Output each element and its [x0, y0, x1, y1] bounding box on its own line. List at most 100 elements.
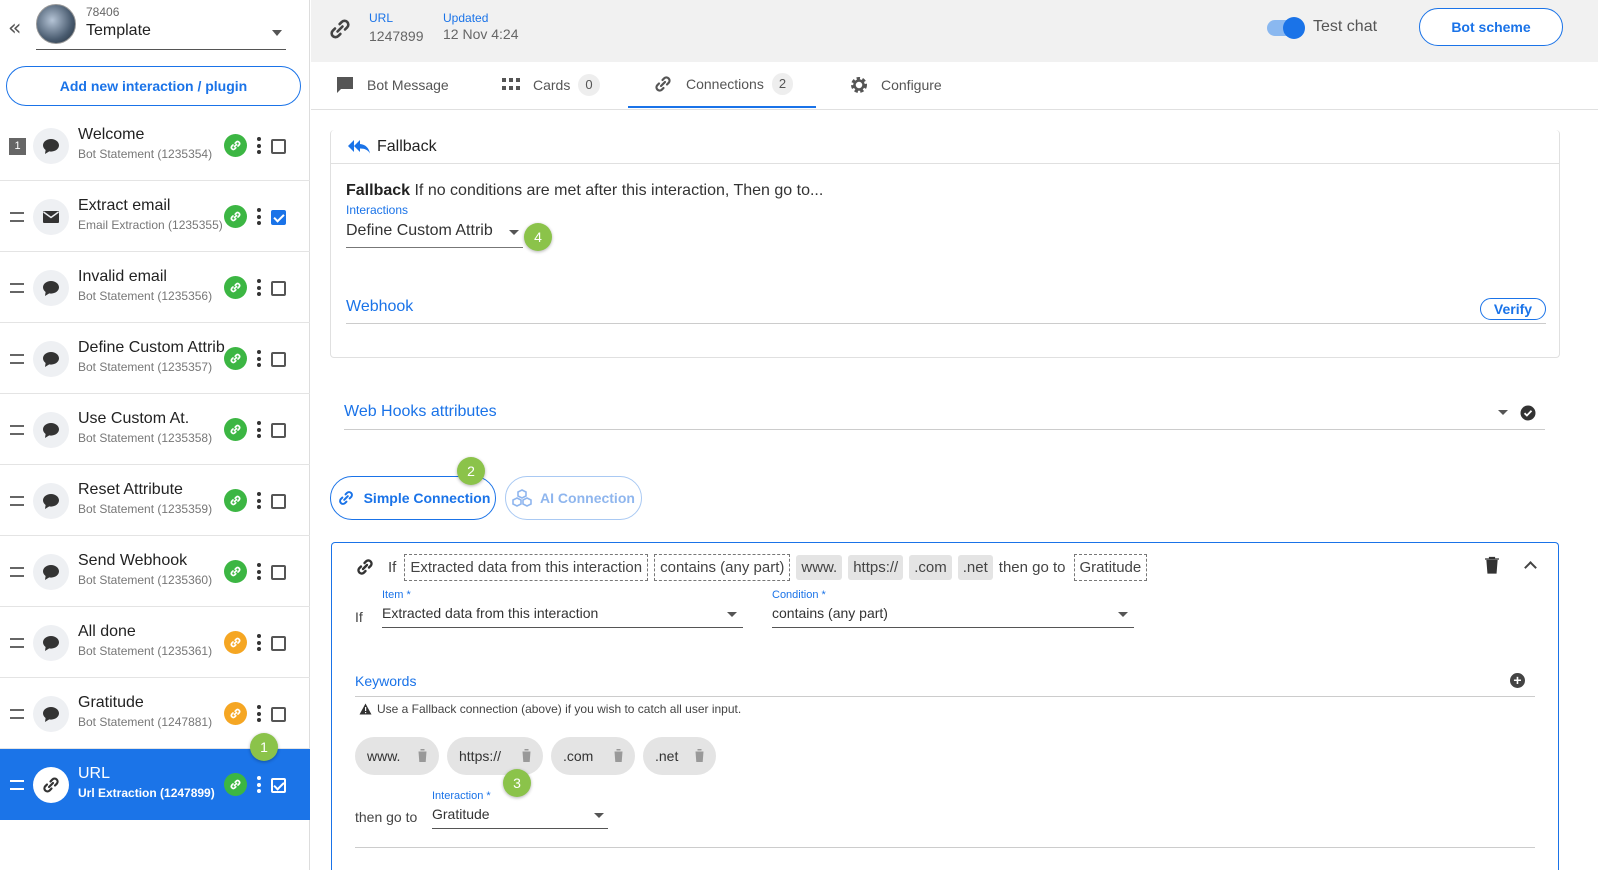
- tab-bot-message[interactable]: Bot Message: [335, 62, 449, 108]
- interaction-list: 1 Welcome Bot Statement (1235354) Extrac…: [0, 110, 310, 820]
- webhook-field[interactable]: Webhook Verify: [346, 296, 1546, 324]
- check-circle-icon: [1520, 405, 1536, 426]
- divider: [355, 847, 1535, 848]
- keyword-chip-text: www.: [367, 748, 401, 764]
- link-icon[interactable]: [224, 347, 247, 370]
- collapse-sidebar-icon[interactable]: «: [8, 16, 21, 41]
- drag-handle-icon[interactable]: [10, 283, 24, 293]
- item-checkbox[interactable]: [271, 778, 286, 793]
- more-vert-icon[interactable]: [256, 492, 261, 509]
- delete-connection-icon[interactable]: [1484, 556, 1500, 579]
- drag-handle-icon[interactable]: [10, 354, 24, 364]
- interaction-header: URL 1247899 Updated 12 Nov 4:24 Test cha…: [311, 0, 1598, 62]
- webhooks-attributes-label: Web Hooks attributes: [344, 403, 497, 420]
- item-checkbox[interactable]: [271, 494, 286, 509]
- url-label: URL: [369, 11, 394, 25]
- test-chat-toggle[interactable]: [1267, 17, 1305, 39]
- link-icon[interactable]: [224, 773, 247, 796]
- chat-bubble-icon: [33, 554, 69, 590]
- list-item[interactable]: Invalid email Bot Statement (1235356): [0, 252, 310, 323]
- list-item[interactable]: Use Custom At. Bot Statement (1235358): [0, 394, 310, 465]
- add-interaction-button[interactable]: Add new interaction / plugin: [6, 66, 301, 106]
- target-interaction-value: Gratitude: [432, 806, 490, 822]
- link-icon[interactable]: [224, 560, 247, 583]
- keyword-chip: www.: [355, 737, 439, 775]
- list-item[interactable]: All done Bot Statement (1235361): [0, 607, 310, 678]
- list-item[interactable]: 1 Welcome Bot Statement (1235354): [0, 110, 310, 181]
- condition-select[interactable]: contains (any part): [772, 605, 1134, 628]
- item-title: Send Webhook: [78, 552, 188, 569]
- more-vert-icon[interactable]: [256, 421, 261, 438]
- drag-handle-icon[interactable]: [10, 567, 24, 577]
- link-icon[interactable]: [224, 489, 247, 512]
- add-keyword-icon[interactable]: +: [1510, 673, 1525, 688]
- list-item[interactable]: Send Webhook Bot Statement (1235360): [0, 536, 310, 607]
- gear-icon: [851, 77, 867, 93]
- link-icon[interactable]: [224, 134, 247, 157]
- link-icon[interactable]: [224, 418, 247, 441]
- fallback-interaction-select[interactable]: Define Custom Attrib: [346, 222, 523, 248]
- tab-label: Bot Message: [367, 77, 449, 93]
- item-checkbox[interactable]: [271, 423, 286, 438]
- link-icon[interactable]: [224, 631, 247, 654]
- drag-handle-icon[interactable]: [10, 780, 24, 790]
- tab-cards[interactable]: Cards 0: [501, 62, 600, 108]
- step-marker-2: 2: [457, 457, 485, 485]
- item-checkbox[interactable]: [271, 281, 286, 296]
- more-vert-icon[interactable]: [256, 776, 261, 793]
- interactions-label: Interactions: [346, 203, 409, 217]
- item-subtitle: Bot Statement (1235357): [78, 360, 213, 374]
- chevron-up-icon[interactable]: [1524, 561, 1537, 574]
- tab-connections[interactable]: Connections 2: [628, 62, 816, 108]
- more-vert-icon[interactable]: [256, 137, 261, 154]
- verify-button[interactable]: Verify: [1480, 298, 1546, 320]
- warning-text: Use a Fallback connection (above) if you…: [377, 702, 742, 716]
- link-icon: [655, 76, 671, 92]
- keyword-chip-text: .net: [655, 748, 679, 764]
- item-checkbox[interactable]: [271, 352, 286, 367]
- item-checkbox[interactable]: [271, 210, 286, 225]
- bot-scheme-button[interactable]: Bot scheme: [1419, 8, 1563, 46]
- delete-keyword-icon[interactable]: [416, 748, 429, 766]
- drag-handle-icon[interactable]: [10, 709, 24, 719]
- ai-connection-button[interactable]: AI Connection: [505, 476, 642, 520]
- bot-selector[interactable]: « 78406 Template: [0, 0, 310, 60]
- keywords-field[interactable]: Keywords +: [355, 671, 1535, 697]
- more-vert-icon[interactable]: [256, 279, 261, 296]
- item-subtitle: Email Extraction (1235355): [78, 218, 223, 232]
- item-checkbox[interactable]: [271, 707, 286, 722]
- drag-handle-icon[interactable]: [10, 638, 24, 648]
- list-item[interactable]: Reset Attribute Bot Statement (1235359): [0, 465, 310, 536]
- more-vert-icon[interactable]: [256, 208, 261, 225]
- simple-connection-label: Simple Connection: [363, 490, 491, 506]
- more-vert-icon[interactable]: [256, 350, 261, 367]
- summary-if: If: [388, 558, 397, 576]
- more-vert-icon[interactable]: [256, 705, 261, 722]
- chat-bubble-icon: [33, 341, 69, 377]
- webhooks-attributes-expander[interactable]: Web Hooks attributes: [344, 400, 1545, 430]
- target-interaction-select[interactable]: Gratitude: [432, 806, 608, 829]
- link-icon: [33, 767, 69, 803]
- item-checkbox[interactable]: [271, 636, 286, 651]
- item-checkbox[interactable]: [271, 565, 286, 580]
- more-vert-icon[interactable]: [256, 563, 261, 580]
- more-vert-icon[interactable]: [256, 634, 261, 651]
- chevron-down-icon[interactable]: [272, 30, 282, 36]
- delete-keyword-icon[interactable]: [612, 748, 625, 766]
- link-icon[interactable]: [224, 205, 247, 228]
- link-icon[interactable]: [224, 702, 247, 725]
- drag-handle-icon[interactable]: [10, 496, 24, 506]
- list-item[interactable]: Define Custom Attrib Bot Statement (1235…: [0, 323, 310, 394]
- connection-summary[interactable]: If Extracted data from this interaction …: [354, 551, 1148, 583]
- keywords-label: Keywords: [355, 673, 417, 689]
- item-select[interactable]: Extracted data from this interaction: [382, 605, 743, 628]
- tab-configure[interactable]: Configure: [849, 62, 942, 108]
- delete-keyword-icon[interactable]: [693, 748, 706, 766]
- link-icon[interactable]: [224, 276, 247, 299]
- item-checkbox[interactable]: [271, 139, 286, 154]
- list-item[interactable]: Extract email Email Extraction (1235355): [0, 181, 310, 252]
- chevron-down-icon[interactable]: [1498, 410, 1508, 415]
- drag-handle-icon[interactable]: [10, 425, 24, 435]
- drag-handle-icon[interactable]: [10, 212, 24, 222]
- delete-keyword-icon[interactable]: [520, 748, 533, 766]
